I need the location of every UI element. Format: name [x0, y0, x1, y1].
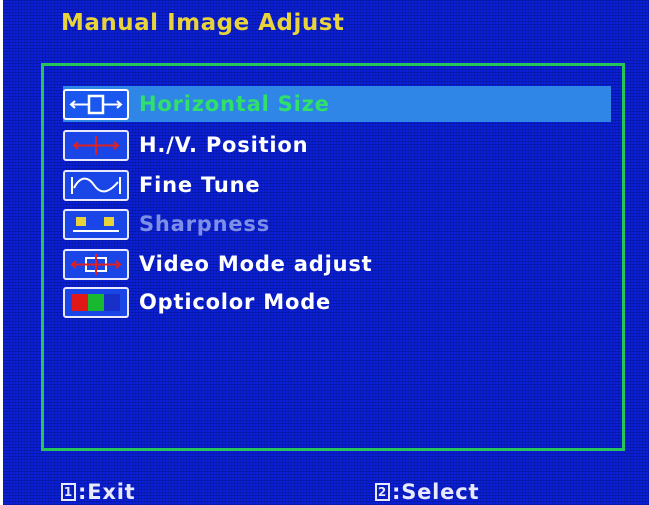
menu-item-label: Fine Tune [139, 173, 261, 197]
menu-item-label: Sharpness [139, 212, 271, 236]
position-icon [63, 129, 129, 161]
osd-screen: Manual Image Adjust Horizontal Size H./V… [3, 0, 649, 505]
opticolor-icon [63, 286, 129, 318]
menu-item-opticolor-mode[interactable]: Opticolor Mode [63, 284, 331, 320]
exit-label: :Exit [78, 480, 136, 504]
video-mode-icon [63, 248, 129, 280]
key-1-icon: 1 [61, 483, 76, 501]
menu-item-label: Horizontal Size [139, 92, 330, 116]
key-2-icon: 2 [375, 483, 390, 501]
menu-item-horizontal-size[interactable]: Horizontal Size [63, 86, 611, 122]
menu-item-label: Opticolor Mode [139, 290, 332, 314]
menu-item-video-mode-adjust[interactable]: Video Mode adjust [63, 246, 373, 282]
menu-item-fine-tune[interactable]: Fine Tune [63, 167, 260, 203]
menu-item-hv-position[interactable]: H./V. Position [63, 127, 308, 163]
exit-hint[interactable]: 1 :Exit [61, 480, 136, 504]
fine-tune-icon [63, 169, 129, 201]
menu-item-label: Video Mode adjust [139, 252, 373, 276]
select-hint[interactable]: 2 :Select [375, 480, 479, 504]
sharpness-icon [63, 208, 129, 240]
horizontal-size-icon [63, 88, 129, 120]
menu-item-sharpness[interactable]: Sharpness [63, 206, 270, 242]
select-label: :Select [392, 480, 480, 504]
menu-item-label: H./V. Position [139, 133, 309, 157]
osd-title: Manual Image Adjust [61, 10, 345, 36]
